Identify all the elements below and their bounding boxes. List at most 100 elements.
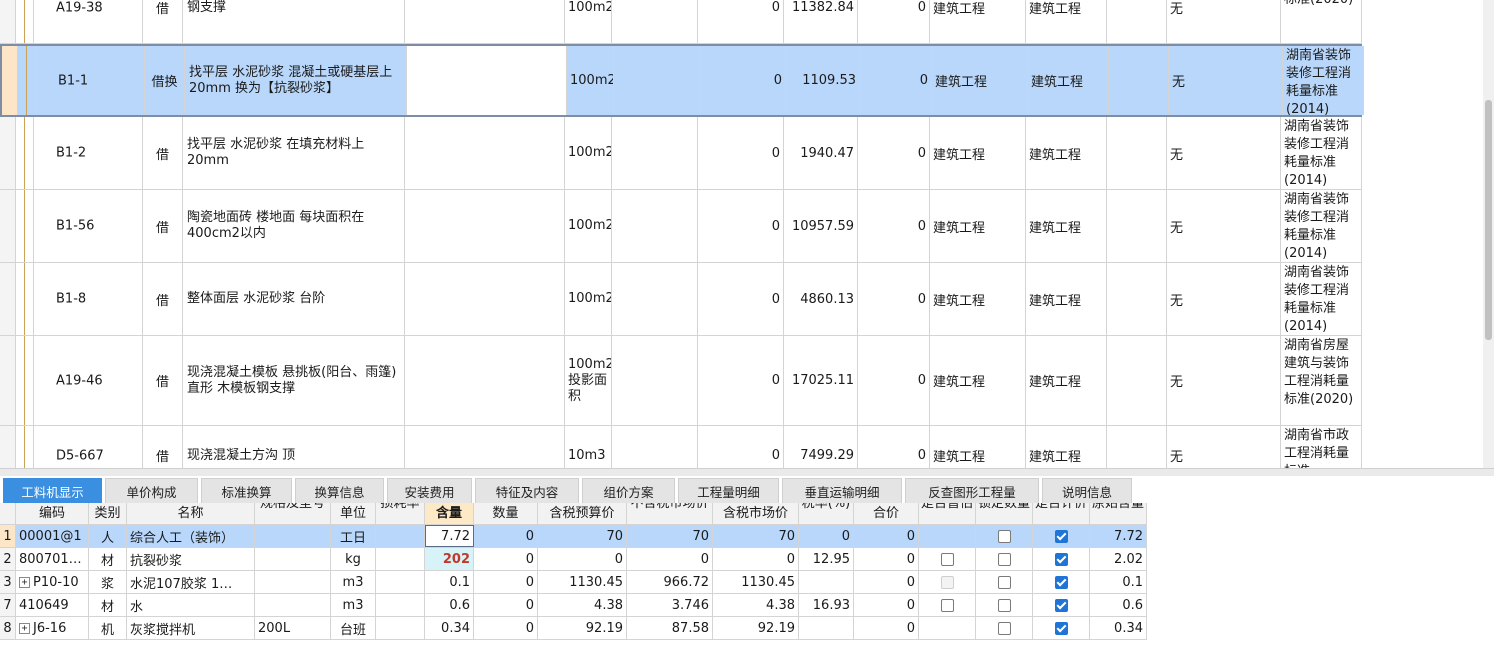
resource-code[interactable]: 410649 bbox=[16, 594, 89, 616]
row-marker[interactable] bbox=[0, 336, 16, 425]
tab-9[interactable]: 反查图形工程量 bbox=[905, 478, 1039, 503]
resource-loss[interactable] bbox=[376, 617, 425, 639]
checkbox[interactable] bbox=[1054, 552, 1068, 566]
resource-spec[interactable] bbox=[255, 594, 331, 616]
expand-icon[interactable]: + bbox=[19, 576, 30, 588]
quota-total[interactable]: 0 bbox=[858, 190, 930, 262]
resource-tp[interactable]: 70 bbox=[538, 525, 627, 547]
quota-type[interactable]: 借 bbox=[143, 336, 183, 425]
quota-unit-price[interactable]: 17025.11 bbox=[784, 336, 858, 425]
quota-standard[interactable]: 湖南省装饰装修工程消耗量标准(2014) bbox=[1283, 46, 1364, 115]
quota-unit-price[interactable]: 1940.47 bbox=[784, 117, 858, 189]
resource-num[interactable]: 0 bbox=[474, 548, 538, 570]
quota-standard[interactable]: 湖南省房屋建筑与装饰工程消耗量标准(2020) bbox=[1281, 336, 1362, 425]
header-unit[interactable]: 单位 bbox=[331, 503, 376, 524]
header-orig[interactable]: 原始含量 bbox=[1090, 503, 1147, 524]
quota-code-cell[interactable]: B1-2 bbox=[34, 117, 143, 189]
tab-3[interactable]: 换算信息 bbox=[295, 478, 384, 503]
quota-quantity[interactable]: 0 bbox=[700, 46, 786, 115]
resource-loss[interactable] bbox=[376, 525, 425, 547]
checkbox[interactable] bbox=[997, 529, 1011, 543]
scrollbar-thumb[interactable] bbox=[1485, 100, 1492, 340]
resource-qty[interactable]: 0.34 bbox=[425, 617, 474, 639]
resource-b3[interactable] bbox=[1033, 594, 1090, 616]
resource-name[interactable]: 水泥107胶浆 1… bbox=[127, 571, 255, 593]
quota-total[interactable]: 0 bbox=[858, 117, 930, 189]
quota-discipline[interactable]: 建筑工程 bbox=[930, 263, 1026, 335]
resource-name[interactable]: 综合人工（装饰） bbox=[127, 525, 255, 547]
quota-fee-discipline[interactable]: 建筑工程 bbox=[1028, 46, 1109, 115]
resource-b1[interactable] bbox=[919, 594, 976, 616]
resource-code[interactable]: + J6-16 bbox=[16, 617, 89, 639]
resource-b2[interactable] bbox=[976, 525, 1033, 547]
resource-code[interactable]: + P10-10 bbox=[16, 571, 89, 593]
resource-row[interactable]: 7 410649 材水 m3 0.6 0 4.38 3.746 4.38 16.93 0 0.6 bbox=[0, 594, 1147, 617]
quota-code-cell[interactable]: B1-1 bbox=[36, 46, 145, 115]
resource-row[interactable]: 8 + J6-16 机灰浆搅拌机 200L 台班 0.34 0 92.19 87.58 92.19 0… bbox=[0, 617, 1147, 640]
resource-unit[interactable]: m3 bbox=[331, 571, 376, 593]
row-number[interactable]: 3 bbox=[0, 571, 16, 593]
quota-row[interactable]: D5-667 借现浇混凝土方沟 顶 10m3 0 7499.29 0 建筑工程 建筑工程无湖南… bbox=[0, 426, 1362, 468]
resource-qty[interactable]: 202 bbox=[425, 548, 474, 570]
quota-fee-discipline[interactable]: 建筑工程 bbox=[1026, 190, 1107, 262]
checkbox[interactable] bbox=[997, 552, 1011, 566]
resource-np[interactable]: 966.72 bbox=[627, 571, 713, 593]
quota-type[interactable]: 借 bbox=[143, 426, 183, 468]
quota-empty-cell[interactable] bbox=[612, 426, 698, 468]
quota-type[interactable]: 借 bbox=[143, 190, 183, 262]
header-loss[interactable]: 损耗率 bbox=[376, 503, 425, 524]
tab-0[interactable]: 工料机显示 bbox=[3, 478, 102, 503]
quota-flag[interactable]: 无 bbox=[1167, 0, 1281, 43]
resource-b3[interactable] bbox=[1033, 571, 1090, 593]
resource-row[interactable]: 3 + P10-10 浆水泥107胶浆 1… m3 0.1 0 1130.45 966.72 11… bbox=[0, 571, 1147, 594]
resource-tp[interactable]: 0 bbox=[538, 548, 627, 570]
quota-unit-price[interactable]: 10957.59 bbox=[784, 190, 858, 262]
quota-row[interactable]: B1-8 借整体面层 水泥砂浆 台阶 100m2 0 4860.13 0 建筑工程 建筑工程无… bbox=[0, 263, 1362, 336]
resource-mp[interactable]: 70 bbox=[713, 525, 799, 547]
resource-qty[interactable]: 0.1 bbox=[425, 571, 474, 593]
quota-flag[interactable]: 无 bbox=[1167, 117, 1281, 189]
quota-total[interactable]: 0 bbox=[858, 0, 930, 43]
tab-4[interactable]: 安装费用 bbox=[387, 478, 472, 503]
quota-type[interactable]: 借 bbox=[143, 0, 183, 43]
resource-orig[interactable]: 0.6 bbox=[1090, 594, 1147, 616]
resource-orig[interactable]: 0.34 bbox=[1090, 617, 1147, 639]
quota-flag[interactable]: 无 bbox=[1167, 426, 1281, 468]
checkbox[interactable] bbox=[997, 575, 1011, 589]
resource-b1[interactable] bbox=[919, 571, 976, 593]
quota-code-cell[interactable]: A19-38 bbox=[34, 0, 143, 43]
quota-discipline[interactable]: 建筑工程 bbox=[930, 190, 1026, 262]
quota-empty-cell[interactable] bbox=[1107, 190, 1167, 262]
quota-standard[interactable]: 工程消耗量标准(2020) bbox=[1281, 0, 1362, 43]
quota-name[interactable]: 找平层 水泥砂浆 混凝土或硬基层上 20mm 换为【抗裂砂浆】 bbox=[185, 46, 407, 115]
quota-fee-discipline[interactable]: 建筑工程 bbox=[1026, 0, 1107, 43]
resource-unit[interactable]: 台班 bbox=[331, 617, 376, 639]
resource-b2[interactable] bbox=[976, 617, 1033, 639]
quota-total[interactable]: 0 bbox=[858, 263, 930, 335]
quota-empty-cell[interactable] bbox=[612, 0, 698, 43]
row-number[interactable]: 8 bbox=[0, 617, 16, 639]
quota-empty-cell[interactable] bbox=[1107, 0, 1167, 43]
resource-spec[interactable] bbox=[255, 525, 331, 547]
quota-flag[interactable]: 无 bbox=[1169, 46, 1283, 115]
quota-flag[interactable]: 无 bbox=[1167, 263, 1281, 335]
quota-standard[interactable]: 湖南省装饰装修工程消耗量标准(2014) bbox=[1281, 190, 1362, 262]
quota-quantity[interactable]: 0 bbox=[698, 117, 784, 189]
resource-mp[interactable]: 0 bbox=[713, 548, 799, 570]
header-cat[interactable]: 类别 bbox=[89, 503, 127, 524]
checkbox[interactable] bbox=[1054, 529, 1068, 543]
resource-tax[interactable]: 12.95 bbox=[799, 548, 854, 570]
quota-fee-discipline[interactable]: 建筑工程 bbox=[1026, 426, 1107, 468]
quota-spec[interactable] bbox=[407, 46, 567, 115]
resource-cat[interactable]: 材 bbox=[89, 548, 127, 570]
row-marker[interactable] bbox=[0, 117, 16, 189]
quota-unit[interactable]: 100m2 bbox=[565, 117, 612, 189]
resource-spec[interactable] bbox=[255, 571, 331, 593]
header-tp[interactable]: 含税预算价 bbox=[538, 503, 627, 524]
resource-sum[interactable]: 0 bbox=[854, 617, 919, 639]
resource-cat[interactable]: 机 bbox=[89, 617, 127, 639]
resource-qty[interactable]: 0.6 bbox=[425, 594, 474, 616]
quota-name[interactable]: 钢支撑 bbox=[183, 0, 405, 43]
quota-quantity[interactable]: 0 bbox=[698, 190, 784, 262]
quota-discipline[interactable]: 建筑工程 bbox=[930, 117, 1026, 189]
